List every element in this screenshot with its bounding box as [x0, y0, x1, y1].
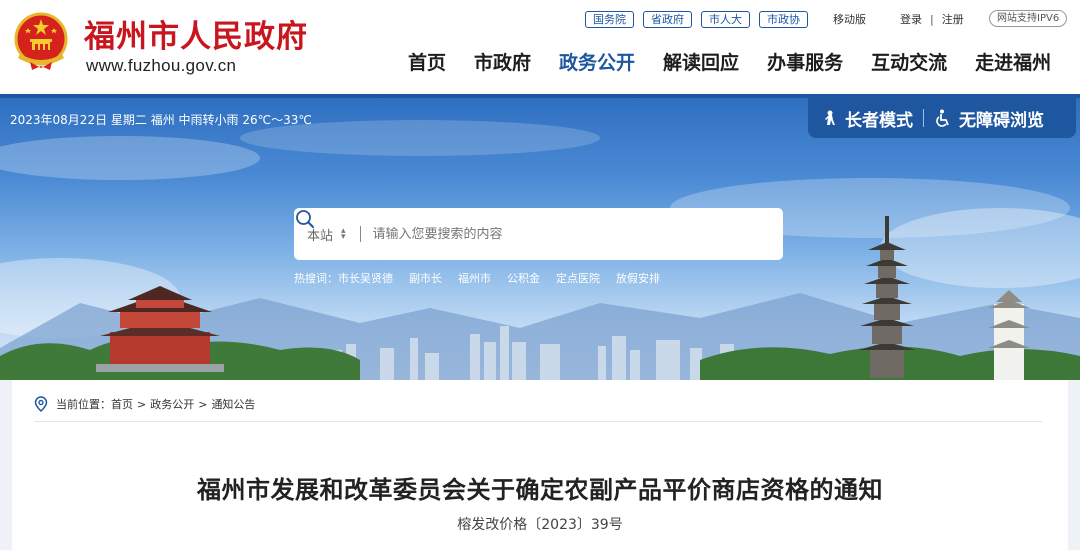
location-pin-icon [34, 396, 48, 412]
wheelchair-icon [936, 109, 949, 127]
hot-word-link[interactable]: 副市长 [409, 270, 442, 286]
hot-search-words: 热搜词： 市长吴贤德 副市长 福州市 公积金 定点医院 放假安排 [294, 270, 676, 286]
nav-services[interactable]: 办事服务 [767, 48, 843, 75]
nav-home[interactable]: 首页 [408, 48, 446, 75]
top-links: 国务院 省政府 市人大 市政协 移动版 登录 | 注册 [585, 10, 964, 28]
accessibility-bar: 长者模式 无障碍浏览 [808, 98, 1076, 138]
nav-interpretation[interactable]: 解读回应 [663, 48, 739, 75]
breadcrumb-home[interactable]: 首页 [111, 396, 133, 412]
breadcrumb-notices[interactable]: 通知公告 [211, 396, 255, 412]
site-name[interactable]: 福州市人民政府 [84, 11, 308, 56]
mobile-version-link[interactable]: 移动版 [833, 11, 866, 27]
link-provincial-gov[interactable]: 省政府 [643, 10, 692, 28]
link-cppcc[interactable]: 市政协 [759, 10, 808, 28]
site-url[interactable]: www.fuzhou.gov.cn [86, 56, 236, 76]
breadcrumb-divider [34, 421, 1042, 422]
search-divider [359, 226, 361, 242]
search-icon[interactable] [294, 208, 316, 230]
hot-word-link[interactable]: 定点医院 [556, 270, 600, 286]
nav-interaction[interactable]: 互动交流 [871, 48, 947, 75]
login-divider: | [930, 12, 934, 26]
breadcrumb-label: 当前位置： [56, 398, 111, 411]
breadcrumb-separator: > [137, 397, 147, 411]
login-link[interactable]: 登录 [900, 11, 922, 27]
national-emblem-icon [14, 12, 68, 70]
search-box: 本站 ▴ ▾ [294, 208, 783, 260]
site-header: 福州市人民政府 www.fuzhou.gov.cn 国务院 省政府 市人大 市政… [0, 0, 1080, 96]
breadcrumb: 当前位置： 首页 > 政务公开 > 通知公告 [34, 396, 255, 412]
search-input[interactable] [372, 226, 733, 242]
link-peoples-congress[interactable]: 市人大 [701, 10, 750, 28]
article-panel: 当前位置： 首页 > 政务公开 > 通知公告 福州市发展和改革委员会关于确定农副… [12, 380, 1068, 550]
breadcrumb-government-affairs[interactable]: 政务公开 [150, 396, 194, 412]
hot-word-link[interactable]: 市长吴贤德 [338, 270, 393, 286]
register-link[interactable]: 注册 [942, 11, 964, 27]
date-weather: 2023年08月22日 星期二 福州 中雨转小雨 26℃～33℃ [10, 113, 312, 127]
mode-divider [923, 109, 924, 127]
hot-word-link[interactable]: 放假安排 [616, 270, 660, 286]
accessible-browse-label: 无障碍浏览 [959, 110, 1044, 131]
white-pagoda-illustration [988, 290, 1030, 380]
link-state-council[interactable]: 国务院 [585, 10, 634, 28]
nav-city-government[interactable]: 市政府 [474, 48, 531, 75]
elder-mode-button[interactable]: 长者模式 [822, 106, 913, 131]
accessible-browse-button[interactable]: 无障碍浏览 [934, 106, 1044, 131]
elder-person-icon [825, 110, 835, 125]
main-nav: 首页 市政府 政务公开 解读回应 办事服务 互动交流 走进福州 [408, 48, 1051, 75]
page-title: 福州市发展和改革委员会关于确定农副产品平价商店资格的通知 [197, 476, 883, 504]
document-number: 榕发改价格〔2023〕39号 [457, 517, 623, 533]
nav-about-fuzhou[interactable]: 走进福州 [975, 48, 1051, 75]
hero-banner: 2023年08月22日 星期二 福州 中雨转小雨 26℃～33℃ 长者模式 无障… [0, 98, 1080, 380]
hot-search-label: 热搜词： [294, 272, 338, 285]
elder-mode-label: 长者模式 [845, 110, 913, 131]
hot-word-link[interactable]: 公积金 [507, 270, 540, 286]
nav-government-affairs[interactable]: 政务公开 [559, 48, 635, 75]
ipv6-badge: 网站支持IPV6 [989, 10, 1068, 27]
breadcrumb-separator: > [198, 397, 208, 411]
hot-word-link[interactable]: 福州市 [458, 270, 491, 286]
updown-arrow-icon: ▴ ▾ [341, 226, 346, 242]
